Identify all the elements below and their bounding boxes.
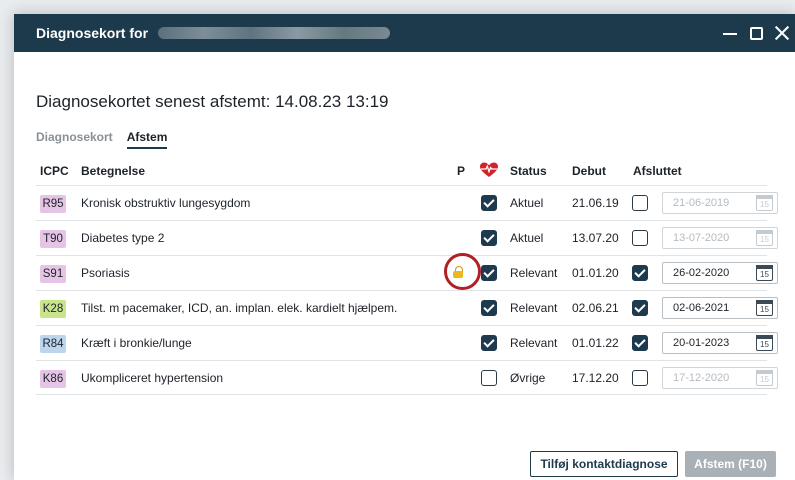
calendar-icon[interactable]: 15: [756, 335, 773, 351]
title-bar[interactable]: Diagnosekort for: [14, 14, 795, 52]
afsluttet-checkbox[interactable]: [632, 230, 648, 246]
afsluttet-date-field: 21-06-2019 15: [662, 192, 778, 214]
highlight-circle: [444, 253, 481, 290]
status-label: Øvrige: [510, 371, 546, 385]
debut-date: 02.06.21: [572, 301, 619, 315]
close-icon: [775, 26, 789, 40]
tab-bar: Diagnosekort Afstem: [36, 130, 181, 149]
afsluttet-date-value: 20-01-2023: [673, 337, 730, 349]
debut-date: 17.12.20: [572, 371, 619, 385]
window-title: Diagnosekort for: [36, 25, 149, 41]
diagnosis-label: Kræft i bronkie/lunge: [81, 336, 192, 350]
afsluttet-date-field: 13-07-2020 15: [662, 227, 778, 249]
table-row[interactable]: K28 Tilst. m pacemaker, ICD, an. implan.…: [36, 290, 778, 325]
debut-date: 13.07.20: [572, 231, 619, 245]
afsluttet-date-value: 13-07-2020: [673, 232, 730, 244]
diagnosis-label: Tilst. m pacemaker, ICD, an. implan. ele…: [81, 301, 398, 315]
relevance-checkbox[interactable]: [481, 265, 497, 281]
calendar-icon[interactable]: 15: [756, 265, 773, 281]
minimize-button[interactable]: [717, 14, 743, 52]
status-label: Aktuel: [510, 231, 544, 245]
icpc-code-badge: R95: [40, 195, 66, 213]
relevance-checkbox[interactable]: [481, 230, 497, 246]
icpc-code-badge: T90: [40, 230, 66, 248]
icpc-code-badge: K86: [40, 370, 66, 388]
table-row[interactable]: R84 Kræft i bronkie/lunge Relevant 01.01…: [36, 325, 778, 360]
relevance-checkbox[interactable]: [481, 335, 497, 351]
debut-date: 01.01.22: [572, 336, 619, 350]
afsluttet-checkbox[interactable]: [632, 335, 648, 351]
afsluttet-date-value: 21-06-2019: [673, 197, 730, 209]
relevance-checkbox[interactable]: [481, 195, 497, 211]
dialog-window: Diagnosekort for Diagnosekortet senest a…: [14, 14, 795, 480]
diagnosis-label: Ukompliceret hypertension: [81, 371, 224, 385]
icpc-code-badge: K28: [40, 300, 66, 318]
afsluttet-date-field[interactable]: 20-01-2023 15: [662, 332, 778, 354]
afstem-button[interactable]: Afstem (F10): [685, 451, 776, 477]
redacted-patient-name: [158, 27, 391, 39]
column-header-afsluttet: Afsluttet: [633, 164, 682, 178]
table-row[interactable]: R95 Kronisk obstruktiv lungesygdom Aktue…: [36, 185, 778, 220]
calendar-icon[interactable]: 15: [756, 230, 773, 246]
heart-pulse-icon: [479, 162, 499, 181]
page-title: Diagnosekortet senest afstemt: 14.08.23 …: [36, 92, 389, 111]
debut-date: 01.01.20: [572, 266, 619, 280]
close-button[interactable]: [769, 14, 795, 52]
tab-afstem[interactable]: Afstem: [126, 130, 168, 149]
relevance-checkbox[interactable]: [481, 300, 497, 316]
minimize-icon: [723, 33, 737, 35]
debut-date: 21.06.19: [572, 196, 619, 210]
tab-diagnosekort[interactable]: Diagnosekort: [36, 130, 113, 149]
calendar-icon[interactable]: 15: [756, 300, 773, 316]
maximize-button[interactable]: [743, 14, 769, 52]
afsluttet-date-field: 17-12-2020 15: [662, 367, 778, 389]
status-label: Relevant: [510, 336, 558, 350]
diagnosis-label: Kronisk obstruktiv lungesygdom: [81, 196, 251, 210]
maximize-icon: [749, 26, 763, 40]
icpc-code-badge: S91: [40, 265, 66, 283]
afsluttet-date-field[interactable]: 02-06-2021 15: [662, 297, 778, 319]
table-header: ICPC Betegnelse P Status Debut Afsluttet: [36, 157, 767, 185]
afsluttet-checkbox[interactable]: [632, 265, 648, 281]
column-header-betegnelse: Betegnelse: [81, 164, 146, 178]
table-row[interactable]: S91 Psoriasis Relevant 01.01.20 26-02-20…: [36, 253, 778, 290]
column-header-debut: Debut: [572, 164, 606, 178]
afsluttet-checkbox[interactable]: [632, 300, 648, 316]
diagnosis-label: Psoriasis: [81, 266, 130, 280]
relevance-checkbox[interactable]: [481, 370, 497, 386]
afsluttet-date-value: 26-02-2020: [673, 267, 730, 279]
table-row[interactable]: T90 Diabetes type 2 Aktuel 13.07.20 13-0…: [36, 220, 778, 255]
calendar-icon[interactable]: 15: [756, 370, 773, 386]
afsluttet-checkbox[interactable]: [632, 195, 648, 211]
column-header-status: Status: [510, 164, 547, 178]
status-label: Relevant: [510, 301, 558, 315]
afsluttet-date-field[interactable]: 26-02-2020 15: [662, 262, 778, 284]
diagnosis-table: ICPC Betegnelse P Status Debut Afsluttet…: [36, 157, 778, 395]
calendar-icon[interactable]: 15: [756, 195, 773, 211]
diagnosis-label: Diabetes type 2: [81, 231, 165, 245]
afsluttet-date-value: 17-12-2020: [673, 372, 730, 384]
column-header-icpc: ICPC: [40, 164, 69, 178]
icpc-code-badge: R84: [40, 335, 66, 353]
status-label: Relevant: [510, 266, 558, 280]
status-label: Aktuel: [510, 196, 544, 210]
column-header-p: P: [457, 164, 466, 178]
table-row[interactable]: K86 Ukompliceret hypertension Øvrige 17.…: [36, 360, 778, 395]
add-contact-diagnosis-button[interactable]: Tilføj kontaktdiagnose: [530, 451, 678, 477]
afsluttet-date-value: 02-06-2021: [673, 302, 730, 314]
afsluttet-checkbox[interactable]: [632, 370, 648, 386]
